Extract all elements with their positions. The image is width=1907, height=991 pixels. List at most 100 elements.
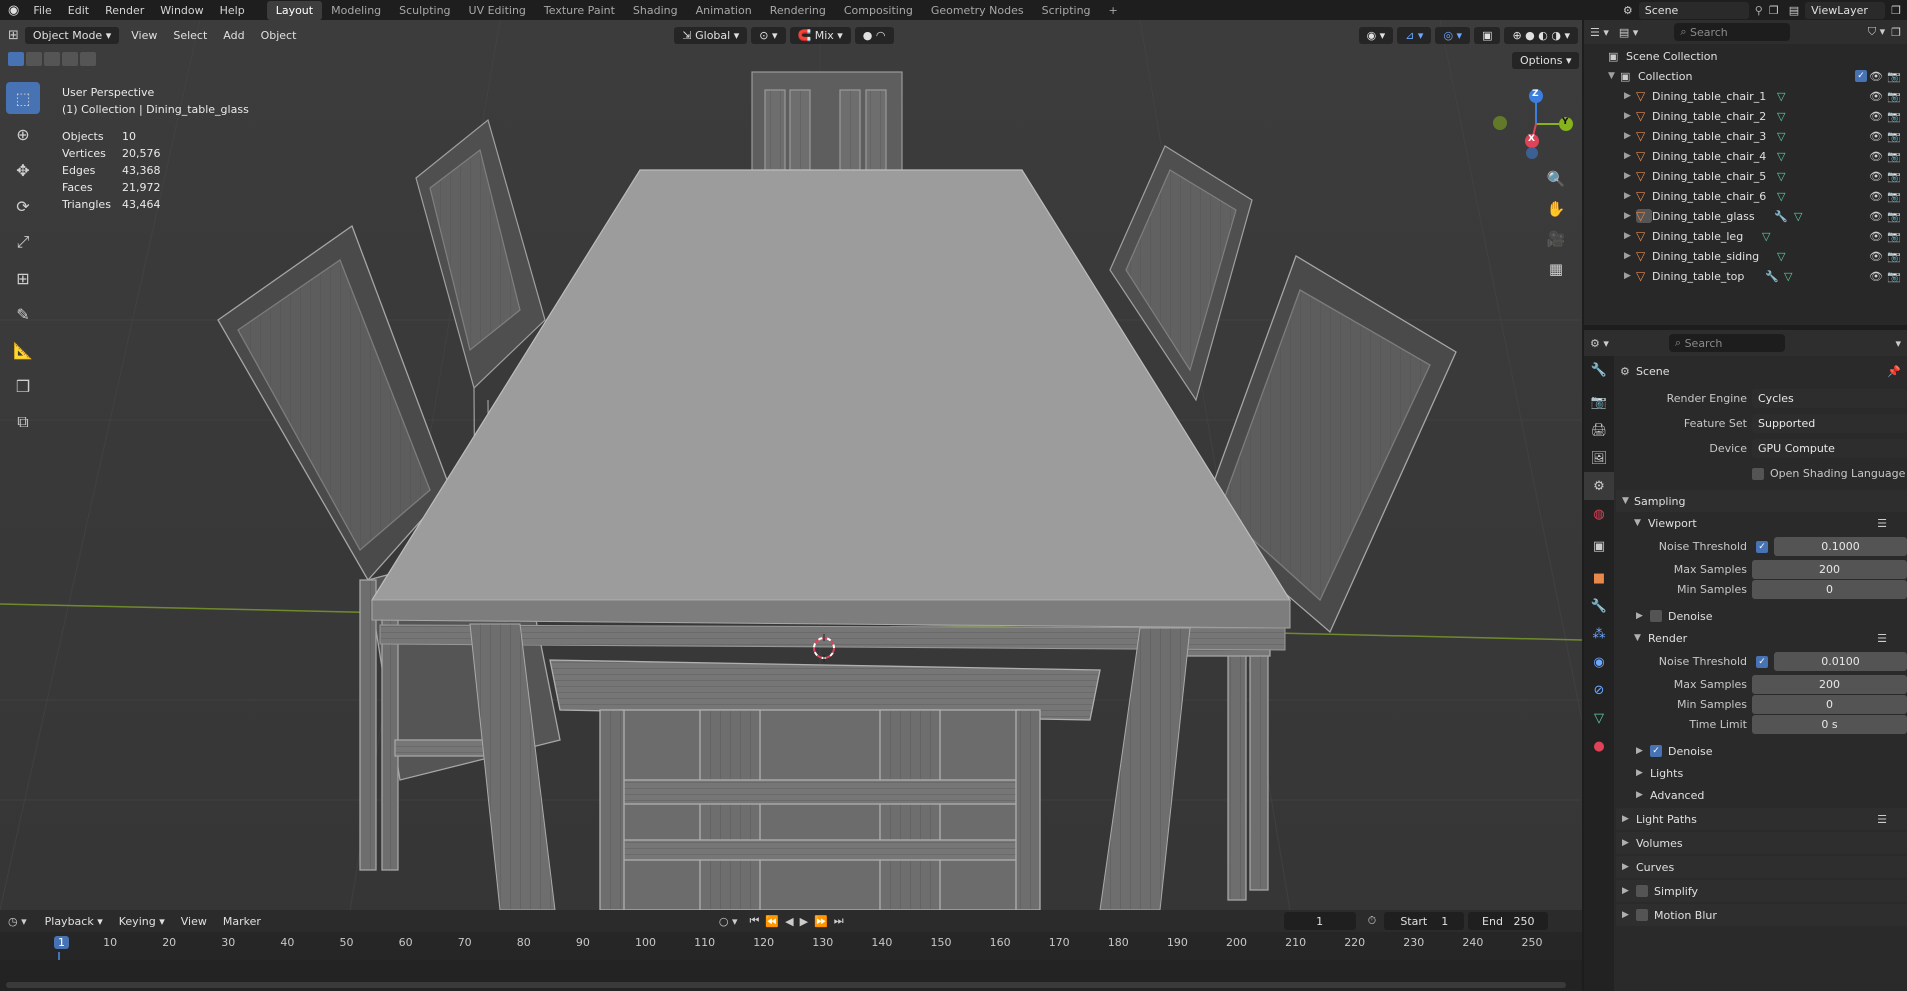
mesh-data-icon[interactable]: ▽ [1777,90,1785,103]
data-tab-icon[interactable]: ▽ [1584,704,1614,732]
overlays-toggle[interactable]: ◎ ▾ [1435,26,1471,44]
annotate-tool[interactable]: ✎ [6,298,40,330]
camera-icon[interactable]: 📷 [1887,190,1901,203]
select-invert-icon[interactable] [62,52,78,66]
volumes-panel-header[interactable]: ▶ Volumes [1616,832,1907,854]
properties-editor-icon[interactable]: ⚙ ▾ [1590,337,1609,350]
noise-threshold-checkbox[interactable]: ✓ [1756,540,1768,553]
current-frame-marker[interactable]: 1 [54,936,69,949]
mesh-data-icon[interactable]: ▽ [1777,170,1785,183]
chevron-right-icon[interactable]: ▶ [1624,271,1636,281]
tab-shading[interactable]: Shading [624,1,687,20]
pin-icon[interactable]: 📌 [1887,365,1901,378]
mesh-data-icon[interactable]: ▽ [1777,110,1785,123]
move-tool[interactable]: ✥ [6,154,40,186]
new-scene-icon[interactable]: ❐ [1769,4,1779,17]
eye-icon[interactable]: 👁 [1869,70,1883,83]
particles-tab-icon[interactable]: ⁂ [1584,620,1614,648]
prev-keyframe-icon[interactable]: ⏪ [765,915,779,928]
auto-keying-icon[interactable]: ○ ▾ [719,915,738,928]
scene-icon[interactable]: ⚙ [1623,4,1633,17]
timeline-view-menu[interactable]: View [173,913,215,930]
timeline-scrollbar[interactable] [6,982,1566,988]
outliner-item[interactable]: ▶ ▽ Dining_table_chair_2 ▽ 👁 📷 [1584,106,1907,126]
proportional-edit-button[interactable]: ● ◠ [854,26,894,44]
motion-blur-panel-header[interactable]: ▶ Motion Blur [1616,904,1907,926]
xray-toggle[interactable]: ▣ [1474,26,1501,44]
menu-help[interactable]: Help [212,4,253,17]
view-layer-selector[interactable]: ViewLayer [1805,1,1886,19]
simplify-checkbox[interactable] [1636,885,1648,897]
measure-tool[interactable]: 📐 [6,334,40,366]
chevron-right-icon[interactable]: ▶ [1624,211,1636,221]
device-dropdown[interactable]: GPU Compute [1752,439,1907,458]
snap-dropdown[interactable]: 🧲 Mix ▾ [789,26,851,44]
jump-end-icon[interactable]: ⏭ [834,914,844,928]
jump-start-icon[interactable]: ⏮ [750,914,760,928]
viewport-denoise-checkbox[interactable] [1650,610,1662,622]
camera-icon[interactable]: 📷 [1887,210,1901,223]
scale-tool[interactable]: ⤢ [6,226,40,258]
mesh-data-icon[interactable]: ▽ [1777,190,1785,203]
add-object-tool[interactable]: ⧉ [6,406,40,438]
menu-view[interactable]: View [123,27,165,44]
render-subpanel-header[interactable]: ▼ Render ☰ [1616,627,1907,649]
add-cube-tool[interactable]: ❒ [6,370,40,402]
noise-threshold-field[interactable]: 0.0100 [1774,652,1907,671]
tab-modeling[interactable]: Modeling [322,1,390,20]
world-tab-icon[interactable]: ◍ [1584,500,1614,528]
outliner-item[interactable]: ▶ ▽ Dining_table_chair_5 ▽ 👁 📷 [1584,166,1907,186]
rotate-tool[interactable]: ⟳ [6,190,40,222]
select-intersect-icon[interactable] [80,52,96,66]
camera-icon[interactable]: 📷 [1887,70,1901,83]
stopwatch-icon[interactable]: ⏱ [1368,914,1377,928]
eye-icon[interactable]: 👁 [1869,270,1883,283]
editor-type-icon[interactable]: ⊞ [0,28,25,43]
collection-tab-icon[interactable]: ▣ [1584,532,1614,560]
eye-icon[interactable]: 👁 [1869,250,1883,263]
eye-icon[interactable]: 👁 [1869,90,1883,103]
mode-selector[interactable]: Object Mode ▾ [24,26,120,44]
scene-collection-row[interactable]: ▣ Scene Collection [1584,46,1907,66]
mesh-data-icon[interactable]: ▽ [1784,270,1792,283]
select-mode-buttons[interactable] [8,52,96,66]
noise-threshold-checkbox[interactable]: ✓ [1756,655,1768,668]
mesh-data-icon[interactable]: ▽ [1794,210,1802,223]
modifier-tab-icon[interactable]: 🔧 [1584,592,1614,620]
wrench-modifier-icon[interactable]: 🔧 [1765,270,1779,283]
start-frame-field[interactable]: Start 1 [1384,912,1465,930]
transform-tool[interactable]: ⊞ [6,262,40,294]
outliner-item[interactable]: ▶ ▽ Dining_table_siding ▽ 👁 📷 [1584,246,1907,266]
outliner-item[interactable]: ▶ ▽ Dining_table_chair_6 ▽ 👁 📷 [1584,186,1907,206]
chevron-right-icon[interactable]: ▶ [1624,231,1636,241]
pivot-dropdown[interactable]: ⊙ ▾ [751,26,786,44]
camera-icon[interactable]: 📷 [1887,230,1901,243]
select-box-tool[interactable]: ⬚ [6,82,40,114]
material-tab-icon[interactable]: ● [1584,732,1614,760]
select-new-icon[interactable] [8,52,24,66]
menu-edit[interactable]: Edit [60,4,97,17]
play-reverse-icon[interactable]: ◀ [785,915,793,928]
tab-sculpting[interactable]: Sculpting [390,1,459,20]
eye-icon[interactable]: 👁 [1869,150,1883,163]
chevron-right-icon[interactable]: ▶ [1624,131,1636,141]
list-icon[interactable]: ☰ [1877,813,1887,826]
render-denoise-checkbox[interactable]: ✓ [1650,745,1662,757]
outliner-item[interactable]: ▶ ▽ Dining_table_chair_4 ▽ 👁 📷 [1584,146,1907,166]
menu-file[interactable]: File [25,4,59,17]
ortho-grid-icon[interactable]: ▦ [1542,255,1570,283]
eye-icon[interactable]: 👁 [1869,110,1883,123]
outliner-editor-icon[interactable]: ☰ ▾ [1590,26,1609,39]
camera-icon[interactable]: 📷 [1887,110,1901,123]
new-collection-icon[interactable]: ❐ [1891,26,1901,39]
tab-geometry-nodes[interactable]: Geometry Nodes [922,1,1033,20]
camera-icon[interactable]: 📷 [1887,250,1901,263]
chevron-right-icon[interactable]: ▶ [1624,91,1636,101]
transform-orientation-dropdown[interactable]: ⇲ Global ▾ [674,26,748,44]
scene-selector[interactable]: Scene [1638,1,1749,19]
timeline-ruler[interactable]: 1 10 20 30 40 50 60 70 80 90 100 110 120 130 140 150 160… [0,936,1582,991]
constraints-tab-icon[interactable]: ⊘ [1584,676,1614,704]
outliner-search-input[interactable]: ⌕ Search [1674,23,1791,41]
min-samples-field[interactable]: 0 [1752,579,1907,599]
select-extend-icon[interactable] [26,52,42,66]
